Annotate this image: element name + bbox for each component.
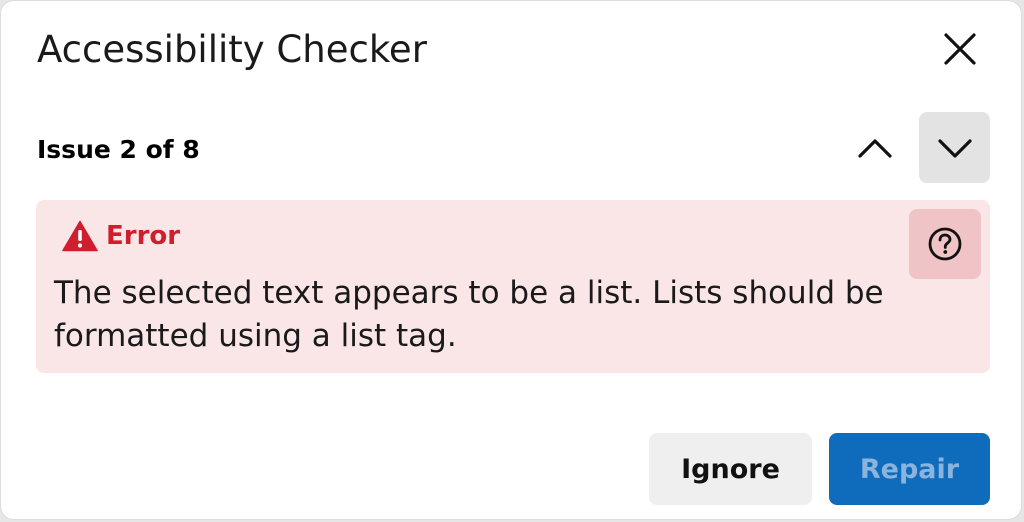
close-button[interactable] [931, 21, 989, 77]
issue-panel: Error The selected text appears to be a … [36, 200, 990, 373]
help-circle-icon [928, 227, 962, 261]
help-button[interactable] [909, 209, 981, 279]
severity-label: Error [106, 221, 181, 251]
chevron-down-icon [937, 138, 972, 158]
next-issue-button[interactable] [919, 112, 990, 183]
previous-issue-button[interactable] [839, 112, 910, 183]
severity-header: Error [62, 220, 180, 252]
chevron-up-icon [857, 138, 892, 158]
warning-triangle-icon [62, 220, 98, 252]
dialog-title: Accessibility Checker [37, 28, 427, 71]
accessibility-checker-dialog: Accessibility Checker Issue 2 of 8 Error… [0, 0, 1022, 520]
close-icon [944, 33, 976, 65]
repair-button[interactable]: Repair [829, 433, 990, 505]
issue-counter: Issue 2 of 8 [37, 135, 200, 164]
issue-message: The selected text appears to be a list. … [54, 275, 884, 354]
ignore-button[interactable]: Ignore [649, 433, 812, 505]
